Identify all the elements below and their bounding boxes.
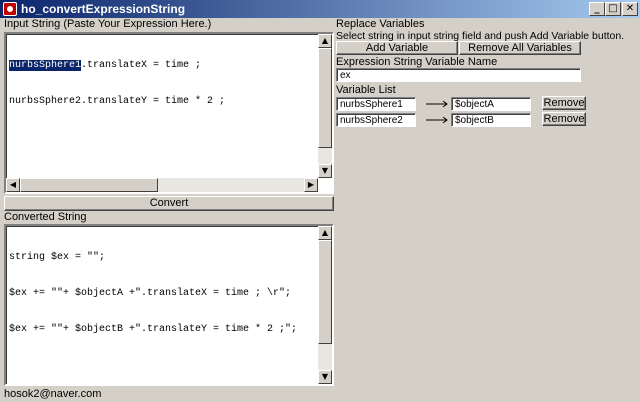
input-hscroll-thumb[interactable]	[20, 178, 158, 192]
replace-variables-label: Replace Variables	[336, 18, 425, 30]
scroll-up-icon[interactable]: ▲	[318, 34, 332, 48]
output-line-1: string $ex = "";	[9, 252, 106, 263]
input-line-2: nurbsSphere2.translateY = time * 2 ;	[9, 96, 226, 107]
app-icon	[3, 2, 17, 16]
input-string-textarea[interactable]: nurbsSphere1.translateX = time ; nurbsSp…	[4, 32, 334, 194]
scroll-up-icon[interactable]: ▲	[318, 226, 332, 240]
convert-button[interactable]: Convert	[4, 196, 334, 211]
title-bar[interactable]: ho_convertExpressionString _ □ ✕	[0, 0, 640, 18]
input-vertical-scrollbar[interactable]: ▲ ▼	[318, 34, 332, 178]
close-button[interactable]: ✕	[622, 2, 638, 16]
output-vertical-scrollbar[interactable]: ▲ ▼	[318, 226, 332, 384]
input-horizontal-scrollbar[interactable]: ◀ ▶	[6, 178, 318, 192]
variable-target-field[interactable]: $objectB	[451, 113, 531, 127]
scroll-down-icon[interactable]: ▼	[318, 164, 332, 178]
scroll-left-icon[interactable]: ◀	[6, 178, 20, 192]
variable-target-field[interactable]: $objectA	[451, 97, 531, 111]
variable-name-label: Expression String Variable Name	[336, 56, 498, 68]
variable-name-input[interactable]: ex	[336, 68, 581, 82]
window-title: ho_convertExpressionString	[21, 2, 186, 16]
scroll-down-icon[interactable]: ▼	[318, 370, 332, 384]
remove-variable-button[interactable]: Remove	[542, 112, 586, 126]
scroll-right-icon[interactable]: ▶	[304, 178, 318, 192]
minimize-button[interactable]: _	[589, 2, 605, 16]
converted-string-content: string $ex = ""; $ex += ""+ $objectA +".…	[9, 228, 297, 360]
arrow-right-icon	[426, 100, 448, 108]
remove-all-variables-button[interactable]: Remove All Variables	[459, 41, 581, 55]
maximize-button[interactable]: □	[605, 2, 621, 16]
input-string-content: nurbsSphere1.translateX = time ; nurbsSp…	[9, 36, 225, 132]
output-vscroll-thumb[interactable]	[318, 240, 332, 344]
converted-string-textarea[interactable]: string $ex = ""; $ex += ""+ $objectA +".…	[4, 224, 334, 386]
input-vscroll-thumb[interactable]	[318, 48, 332, 148]
add-variable-button[interactable]: Add Variable	[336, 41, 458, 55]
converted-string-label: Converted String	[4, 211, 87, 223]
status-text: hosok2@naver.com	[4, 388, 102, 400]
variable-source-field[interactable]: nurbsSphere1	[336, 97, 416, 111]
output-line-3: $ex += ""+ $objectB +".translateY = time…	[9, 324, 298, 335]
remove-variable-button[interactable]: Remove	[542, 96, 586, 110]
variable-source-field[interactable]: nurbsSphere2	[336, 113, 416, 127]
variable-list-label: Variable List	[336, 84, 396, 96]
input-string-label: Input String (Paste Your Expression Here…	[4, 18, 212, 30]
selected-text: nurbsSphere1	[9, 60, 82, 71]
output-line-2: $ex += ""+ $objectA +".translateX = time…	[9, 288, 292, 299]
arrow-right-icon	[426, 116, 448, 124]
input-line-1: .translateX = time ;	[81, 60, 202, 71]
